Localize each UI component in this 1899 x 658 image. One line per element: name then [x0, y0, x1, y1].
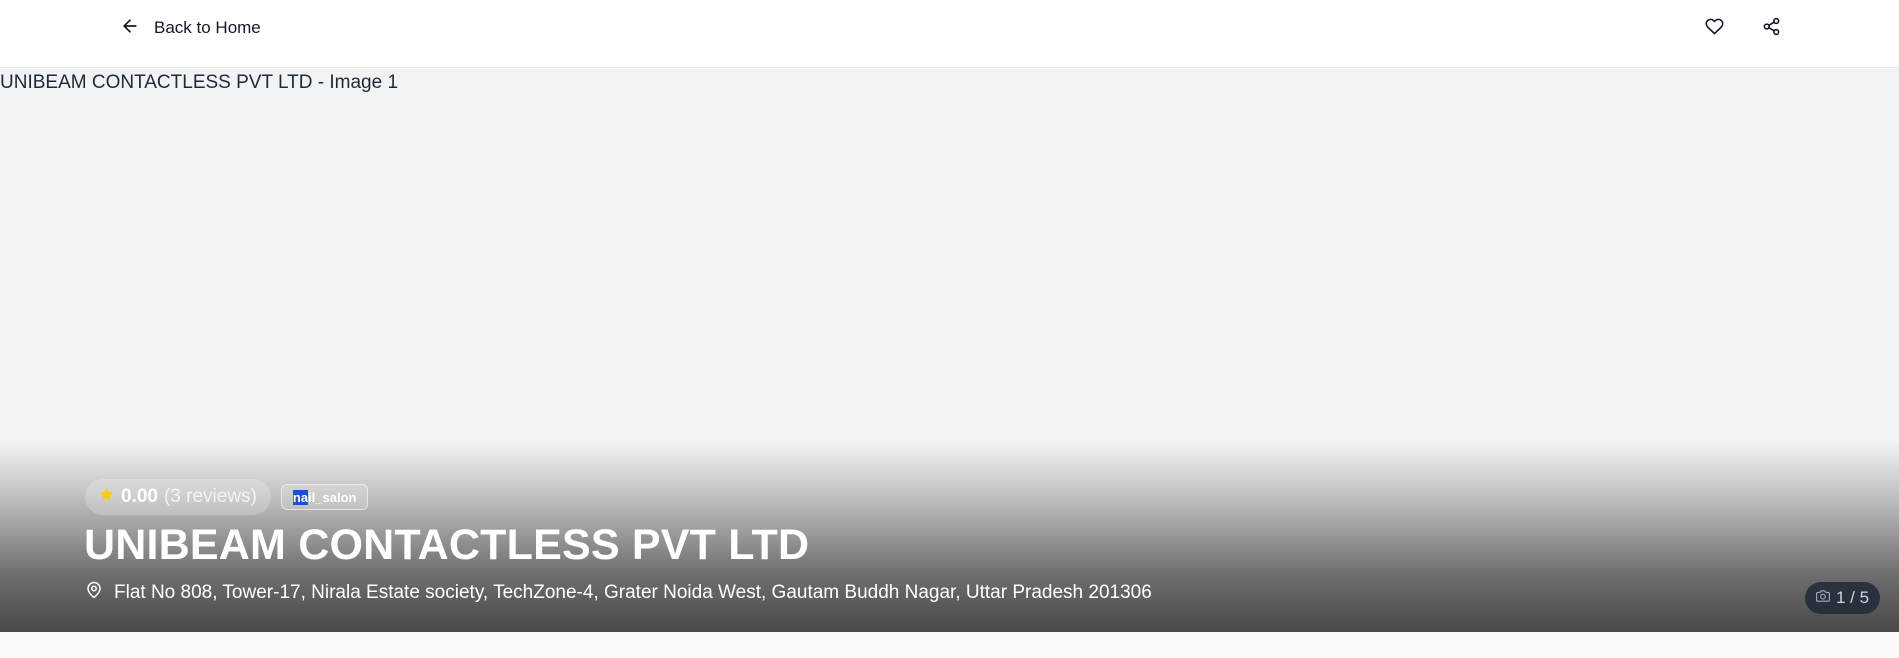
arrow-left-icon: [120, 16, 140, 41]
hero-image[interactable]: UNIBEAM CONTACTLESS PVT LTD - Image 1: [0, 72, 398, 94]
review-count: (3 reviews): [163, 486, 257, 507]
share-button[interactable]: [1756, 14, 1786, 44]
rating-badge: 0.00 (3 reviews): [85, 479, 271, 515]
heart-icon: [1704, 17, 1724, 41]
camera-icon: [1815, 588, 1830, 608]
favorite-button[interactable]: [1699, 14, 1729, 44]
rating-value: 0.00: [121, 486, 158, 507]
category-badge: na il_salon: [280, 484, 369, 510]
star-icon: [98, 486, 115, 509]
share-icon: [1762, 17, 1781, 41]
image-counter: 1 / 5: [1805, 582, 1880, 614]
hero-image-alt-text: UNIBEAM CONTACTLESS PVT LTD - Image 1: [0, 72, 399, 93]
hero-gallery: UNIBEAM CONTACTLESS PVT LTD - Image 1 0.…: [0, 69, 1899, 632]
back-to-home-link[interactable]: Back to Home: [120, 16, 261, 40]
hero-meta-row: 0.00 (3 reviews) na il_salon: [85, 479, 369, 515]
business-title: UNIBEAM CONTACTLESS PVT LTD: [84, 521, 810, 569]
image-counter-text: 1 / 5: [1835, 588, 1870, 607]
top-bar: Back to Home: [0, 0, 1899, 68]
category-text: il_salon: [308, 489, 357, 505]
address-text: Flat No 808, Tower-17, Nirala Estate soc…: [114, 582, 1152, 603]
business-address: Flat No 808, Tower-17, Nirala Estate soc…: [85, 581, 1152, 605]
category-selected-text: na: [292, 489, 309, 505]
back-to-home-label: Back to Home: [154, 18, 261, 37]
map-pin-icon: [85, 581, 103, 605]
